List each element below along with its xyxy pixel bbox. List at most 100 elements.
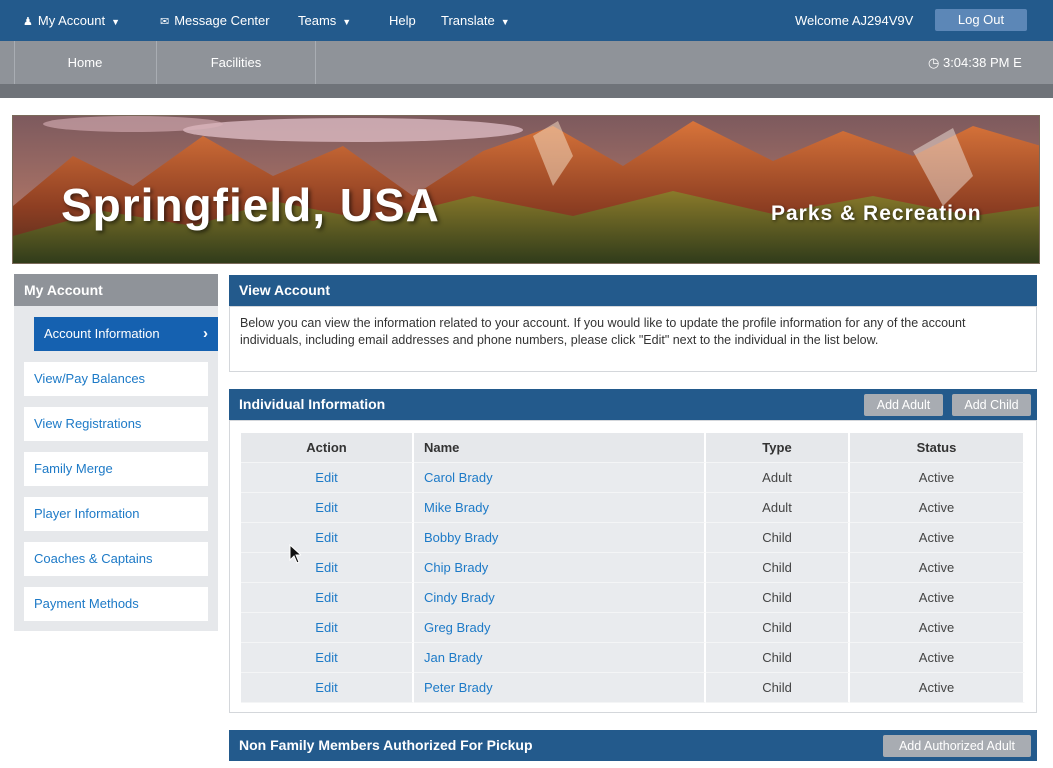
- view-account-header: View Account: [229, 275, 1037, 306]
- sidebar-item-coaches-captains[interactable]: Coaches & Captains: [24, 542, 208, 576]
- pickup-title: Non Family Members Authorized For Pickup: [239, 737, 533, 753]
- individual-type: Child: [706, 613, 850, 643]
- sidebar-item-label: Payment Methods: [34, 596, 139, 611]
- account-sidebar: My Account Account Information › View/Pa…: [14, 274, 218, 631]
- divider: [14, 41, 15, 84]
- table-row: Edit Jan Brady Child Active: [241, 643, 1025, 673]
- sidebar-item-label: Account Information: [44, 326, 160, 341]
- sidebar-item-label: Coaches & Captains: [34, 551, 153, 566]
- individual-name-link[interactable]: Jan Brady: [414, 643, 706, 673]
- individual-status: Active: [850, 673, 1025, 703]
- top-navigation-bar: ♟ My Account ▼ ✉ Message Center Teams ▼ Help…: [0, 0, 1053, 41]
- my-account-label: My Account: [37, 13, 106, 28]
- translate-label: Translate: [441, 13, 495, 28]
- sidebar-item-view-registrations[interactable]: View Registrations: [24, 407, 208, 441]
- secondary-navigation-bar: Home Facilities ◷ 3:04:38 PM E: [0, 41, 1053, 84]
- sidebar-item-label: Player Information: [34, 506, 140, 521]
- sidebar-item-payment-methods[interactable]: Payment Methods: [24, 587, 208, 621]
- table-row: Edit Cindy Brady Child Active: [241, 583, 1025, 613]
- individuals-table: Action Name Type Status Edit Carol Brady…: [241, 433, 1025, 703]
- welcome-text: Welcome AJ294V9V: [795, 13, 914, 28]
- individual-status: Active: [850, 553, 1025, 583]
- divider: [0, 84, 1053, 98]
- individual-name-link[interactable]: Carol Brady: [414, 463, 706, 493]
- logout-button[interactable]: Log Out: [935, 9, 1027, 31]
- edit-link[interactable]: Edit: [241, 463, 414, 493]
- individual-type: Child: [706, 523, 850, 553]
- individual-status: Active: [850, 463, 1025, 493]
- edit-link[interactable]: Edit: [241, 523, 414, 553]
- individual-information-title: Individual Information: [239, 396, 386, 412]
- sidebar-item-account-information[interactable]: Account Information ›: [34, 317, 218, 351]
- individual-name-link[interactable]: Bobby Brady: [414, 523, 706, 553]
- individual-status: Active: [850, 613, 1025, 643]
- view-account-description: Below you can view the information relat…: [240, 316, 966, 347]
- individual-name-link[interactable]: Greg Brady: [414, 613, 706, 643]
- individual-status: Active: [850, 643, 1025, 673]
- individual-status: Active: [850, 523, 1025, 553]
- table-row: Edit Peter Brady Child Active: [241, 673, 1025, 703]
- teams-label: Teams: [298, 13, 337, 28]
- individual-type: Child: [706, 553, 850, 583]
- individual-name-link[interactable]: Mike Brady: [414, 493, 706, 523]
- clock-icon: ◷: [928, 55, 940, 70]
- table-row: Edit Bobby Brady Child Active: [241, 523, 1025, 553]
- clock-display: ◷ 3:04:38 PM E: [928, 41, 1022, 84]
- edit-link[interactable]: Edit: [241, 613, 414, 643]
- edit-link[interactable]: Edit: [241, 673, 414, 703]
- individual-type: Child: [706, 673, 850, 703]
- add-authorized-adult-button[interactable]: Add Authorized Adult: [883, 735, 1031, 757]
- banner-image: Springfield, USA Parks & Recreation: [12, 115, 1040, 264]
- table-row: Edit Greg Brady Child Active: [241, 613, 1025, 643]
- individual-type: Child: [706, 643, 850, 673]
- caret-down-icon: ▼: [111, 17, 120, 27]
- clock-time: 3:04:38 PM E: [942, 55, 1022, 70]
- teams-menu[interactable]: Teams ▼: [298, 0, 351, 41]
- mouse-cursor-icon: [289, 544, 301, 564]
- sidebar-item-player-information[interactable]: Player Information: [24, 497, 208, 531]
- tab-facilities[interactable]: Facilities: [157, 41, 316, 84]
- help-label: Help: [389, 13, 416, 28]
- table-header-row: Action Name Type Status: [241, 433, 1025, 463]
- banner-department: Parks & Recreation: [771, 202, 982, 225]
- individual-name-link[interactable]: Chip Brady: [414, 553, 706, 583]
- table-row: Edit Carol Brady Adult Active: [241, 463, 1025, 493]
- add-child-button[interactable]: Add Child: [952, 394, 1031, 416]
- message-center-label: Message Center: [174, 13, 270, 28]
- sidebar-item-label: Family Merge: [34, 461, 113, 476]
- table-row: Edit Mike Brady Adult Active: [241, 493, 1025, 523]
- caret-down-icon: ▼: [500, 17, 510, 27]
- individual-name-link[interactable]: Peter Brady: [414, 673, 706, 703]
- column-header-name: Name: [414, 433, 706, 463]
- sidebar-item-family-merge[interactable]: Family Merge: [24, 452, 208, 486]
- edit-link[interactable]: Edit: [241, 493, 414, 523]
- help-link[interactable]: Help: [389, 0, 416, 41]
- caret-down-icon: ▼: [342, 17, 352, 27]
- individual-type: Adult: [706, 493, 850, 523]
- chevron-right-icon: ›: [203, 325, 208, 342]
- my-account-menu[interactable]: ♟ My Account ▼: [23, 0, 120, 41]
- message-center-link[interactable]: ✉ Message Center: [160, 0, 270, 41]
- table-row: Edit Chip Brady Child Active: [241, 553, 1025, 583]
- individual-status: Active: [850, 583, 1025, 613]
- tab-home[interactable]: Home: [14, 41, 157, 84]
- user-icon: ♟: [23, 16, 33, 28]
- sidebar-item-label: View/Pay Balances: [34, 371, 146, 386]
- individual-status: Active: [850, 493, 1025, 523]
- edit-link[interactable]: Edit: [241, 583, 414, 613]
- translate-menu[interactable]: Translate ▼: [441, 0, 510, 41]
- banner-city-title: Springfield, USA: [61, 179, 440, 231]
- individual-type: Child: [706, 583, 850, 613]
- edit-link[interactable]: Edit: [241, 643, 414, 673]
- column-header-action: Action: [241, 433, 414, 463]
- envelope-icon: ✉: [160, 16, 170, 28]
- individual-name-link[interactable]: Cindy Brady: [414, 583, 706, 613]
- column-header-type: Type: [706, 433, 850, 463]
- sidebar-title: My Account: [14, 274, 218, 306]
- sidebar-item-view-pay-balances[interactable]: View/Pay Balances: [24, 362, 208, 396]
- edit-link[interactable]: Edit: [241, 553, 414, 583]
- sidebar-item-label: View Registrations: [34, 416, 142, 431]
- individual-type: Adult: [706, 463, 850, 493]
- column-header-status: Status: [850, 433, 1025, 463]
- add-adult-button[interactable]: Add Adult: [864, 394, 943, 416]
